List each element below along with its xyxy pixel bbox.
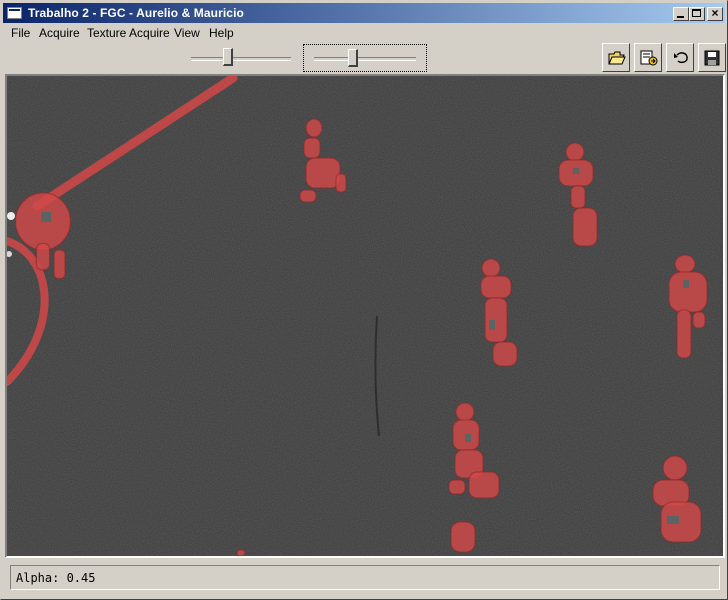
menu-view[interactable]: View (174, 26, 200, 40)
open-button[interactable] (602, 43, 630, 72)
export-icon (640, 50, 658, 66)
ball-marker (7, 212, 15, 220)
open-folder-icon (608, 51, 626, 65)
minimize-button[interactable] (673, 7, 689, 21)
window-title: Trabalho 2 - FGC - Aurelio & Mauricio (28, 6, 244, 20)
slider-1[interactable] (191, 46, 291, 70)
player-blob (236, 549, 246, 556)
field-image[interactable] (7, 76, 723, 556)
alpha-status: Alpha: 0.45 (16, 571, 96, 585)
menu-help[interactable]: Help (209, 26, 234, 40)
minimize-icon (677, 16, 684, 18)
menu-acquire[interactable]: Acquire (39, 26, 80, 40)
menu-texture-acquire[interactable]: Texture Acquire (87, 26, 170, 40)
menu-file[interactable]: File (11, 26, 30, 40)
save-icon (704, 50, 720, 66)
slider-2-thumb[interactable] (348, 49, 358, 67)
export-button[interactable] (634, 43, 662, 72)
title-bar[interactable]: Trabalho 2 - FGC - Aurelio & Mauricio × (3, 3, 725, 23)
app-window: Trabalho 2 - FGC - Aurelio & Mauricio × … (0, 0, 728, 600)
save-button[interactable] (698, 43, 726, 72)
status-bar: Alpha: 0.45 (10, 565, 720, 590)
maximize-button[interactable] (689, 7, 705, 21)
close-button[interactable]: × (707, 6, 723, 21)
maximize-icon (692, 9, 701, 17)
slider-1-track[interactable] (191, 57, 291, 61)
slider-2[interactable] (303, 44, 427, 72)
slider-2-track[interactable] (314, 57, 416, 61)
toolbar (3, 42, 726, 74)
slider-1-thumb[interactable] (223, 48, 233, 66)
player-blob (450, 521, 476, 553)
image-viewport[interactable] (5, 74, 725, 558)
undo-icon (674, 52, 688, 64)
close-icon: × (711, 6, 719, 20)
app-icon[interactable] (7, 7, 22, 19)
menu-bar: File Acquire Texture Acquire View Help (3, 24, 725, 42)
undo-button[interactable] (666, 43, 694, 72)
